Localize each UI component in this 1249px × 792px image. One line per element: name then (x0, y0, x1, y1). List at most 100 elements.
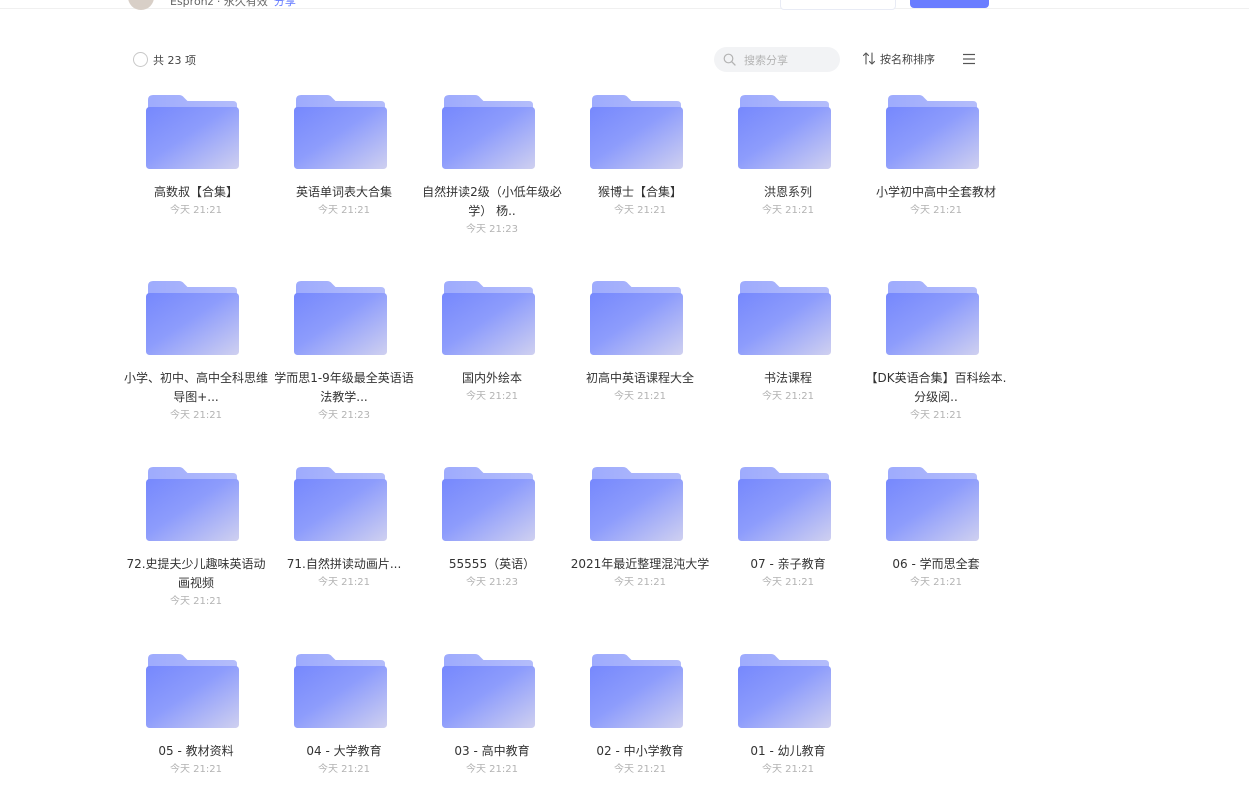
folder-icon (738, 281, 831, 355)
folder-icon (590, 467, 683, 541)
item-count: 共 23 项 (153, 54, 196, 67)
folder-name: 01 - 幼儿教育 今天 21:21 (714, 742, 862, 779)
folder-name-text: 03 - 高中教育 (454, 744, 530, 758)
folder-icon (146, 654, 239, 728)
folder-time: 今天 21:21 (762, 205, 814, 216)
folder-name-text: 04 - 大学教育 (306, 744, 382, 758)
primary-button[interactable] (910, 0, 989, 8)
folder-time: 今天 21:21 (762, 577, 814, 588)
folder-icon (886, 467, 979, 541)
folder-name: 04 - 大学教育 今天 21:21 (270, 742, 418, 779)
folder-name: 07 - 亲子教育 今天 21:21 (714, 555, 862, 592)
top-bar: Espronz · 永久有效 分享 (0, 0, 1249, 10)
folder-name: 72.史提夫少儿趣味英语动画视频今天 21:21 (122, 555, 270, 611)
folder-time: 今天 21:23 (466, 577, 518, 588)
sort-button[interactable]: 按名称排序 (862, 51, 935, 67)
folder-name-text: 55555（英语） (448, 557, 536, 571)
folder-time: 今天 21:21 (466, 391, 518, 402)
folder-name-text: 01 - 幼儿教育 (750, 744, 826, 758)
folder-name: 06 - 学而思全套 今天 21:21 (862, 555, 1010, 592)
folder-time: 今天 21:21 (910, 205, 962, 216)
folder-name: 02 - 中小学教育 今天 21:21 (566, 742, 714, 779)
folder-name-text: 英语单词表大合集 (295, 185, 392, 199)
share-link[interactable]: 分享 (274, 0, 296, 8)
folder-name: 初高中英语课程大全 今天 21:21 (566, 369, 714, 406)
folder-name: 国内外绘本今天 21:21 (418, 369, 566, 406)
folder-time: 今天 21:21 (762, 764, 814, 775)
search-icon (723, 53, 736, 66)
folder-icon (886, 95, 979, 169)
folder-time: 今天 21:21 (170, 764, 222, 775)
folder-name: 05 - 教材资料 今天 21:21 (122, 742, 270, 779)
folder-name-text: 07 - 亲子教育 (750, 557, 826, 571)
list-view-icon[interactable] (962, 53, 976, 65)
folder-name-text: 小学初中高中全套教材 (875, 185, 996, 199)
search-box[interactable] (714, 47, 840, 72)
folder-name-text: 书法课程 (763, 371, 812, 385)
folder-name-text: 洪恩系列 (763, 185, 812, 199)
folder-time: 今天 21:21 (318, 764, 370, 775)
folder-name: 小学、初中、高中全科思维导图+... 今天 21:21 (122, 369, 270, 425)
folder-time: 今天 21:21 (614, 764, 666, 775)
folder-name-text: 72.史提夫少儿趣味英语动画视频 (126, 557, 266, 590)
folder-icon (146, 95, 239, 169)
folder-name: 学而思1-9年级最全英语语法教学... 今天 21:23 (270, 369, 418, 425)
folder-icon (442, 467, 535, 541)
folder-name-text: 初高中英语课程大全 (585, 371, 694, 385)
folder-name: 03 - 高中教育 今天 21:21 (418, 742, 566, 779)
folder-name-text: 高数叔【合集】 (153, 185, 238, 199)
folder-name-text: 自然拼读2级（小低年级必学） 杨.. (422, 185, 562, 218)
folder-name-text: 国内外绘本 (461, 371, 522, 385)
folder-name-text: 05 - 教材资料 (158, 744, 234, 758)
folder-time: 今天 21:23 (318, 410, 370, 421)
sort-icon (862, 52, 876, 65)
share-user-text: Espronz · 永久有效 (170, 0, 268, 8)
folder-time: 今天 21:21 (910, 577, 962, 588)
folder-icon (294, 95, 387, 169)
folder-time: 今天 21:23 (466, 224, 518, 235)
folder-name: 英语单词表大合集 今天 21:21 (270, 183, 418, 220)
folder-name: 自然拼读2级（小低年级必学） 杨.. 今天 21:23 (418, 183, 566, 239)
folder-name-text: 71.自然拼读动画片... (286, 557, 402, 571)
folder-icon (442, 281, 535, 355)
folder-time: 今天 21:21 (170, 205, 222, 216)
folder-name: 高数叔【合集】 今天 21:21 (122, 183, 270, 220)
folder-time: 今天 21:21 (614, 391, 666, 402)
folder-time: 今天 21:21 (170, 596, 222, 607)
folder-icon (294, 281, 387, 355)
folder-icon (738, 654, 831, 728)
folder-icon (442, 654, 535, 728)
folder-icon (442, 95, 535, 169)
sort-label: 按名称排序 (880, 53, 935, 66)
folder-icon (738, 467, 831, 541)
folder-icon (590, 654, 683, 728)
folder-time: 今天 21:21 (170, 410, 222, 421)
folder-time: 今天 21:21 (762, 391, 814, 402)
folder-time: 今天 21:21 (318, 577, 370, 588)
folder-name: 55555（英语） 今天 21:23 (418, 555, 566, 592)
folder-name: 猴博士【合集】 今天 21:21 (566, 183, 714, 220)
search-input[interactable] (742, 51, 836, 70)
folder-icon (294, 467, 387, 541)
share-info: Espronz · 永久有效 分享 (170, 0, 296, 9)
folder-time: 今天 21:21 (614, 205, 666, 216)
folder-name-text: 小学、初中、高中全科思维导图+... (123, 371, 268, 404)
secondary-button[interactable] (780, 0, 896, 10)
folder-icon (886, 281, 979, 355)
folder-name-text: 【DK英语合集】百科绘本.分级阅.. (865, 371, 1007, 404)
folder-name-text: 02 - 中小学教育 (596, 744, 684, 758)
folder-icon (294, 654, 387, 728)
folder-icon (146, 467, 239, 541)
folder-time: 今天 21:21 (614, 577, 666, 588)
folder-time: 今天 21:21 (318, 205, 370, 216)
folder-name-text: 2021年最近整理混沌大学 (570, 557, 710, 571)
folder-name: 洪恩系列今天 21:21 (714, 183, 862, 220)
folder-name: 71.自然拼读动画片... 今天 21:21 (270, 555, 418, 592)
folder-name-text: 学而思1-9年级最全英语语法教学... (274, 371, 414, 404)
select-all-checkbox[interactable] (133, 52, 148, 67)
file-toolbar: 共 23 项 按名称排序 (0, 44, 1249, 76)
folder-name-text: 06 - 学而思全套 (892, 557, 980, 571)
folder-icon (146, 281, 239, 355)
folder-name: 书法课程今天 21:21 (714, 369, 862, 406)
avatar[interactable] (128, 0, 154, 10)
